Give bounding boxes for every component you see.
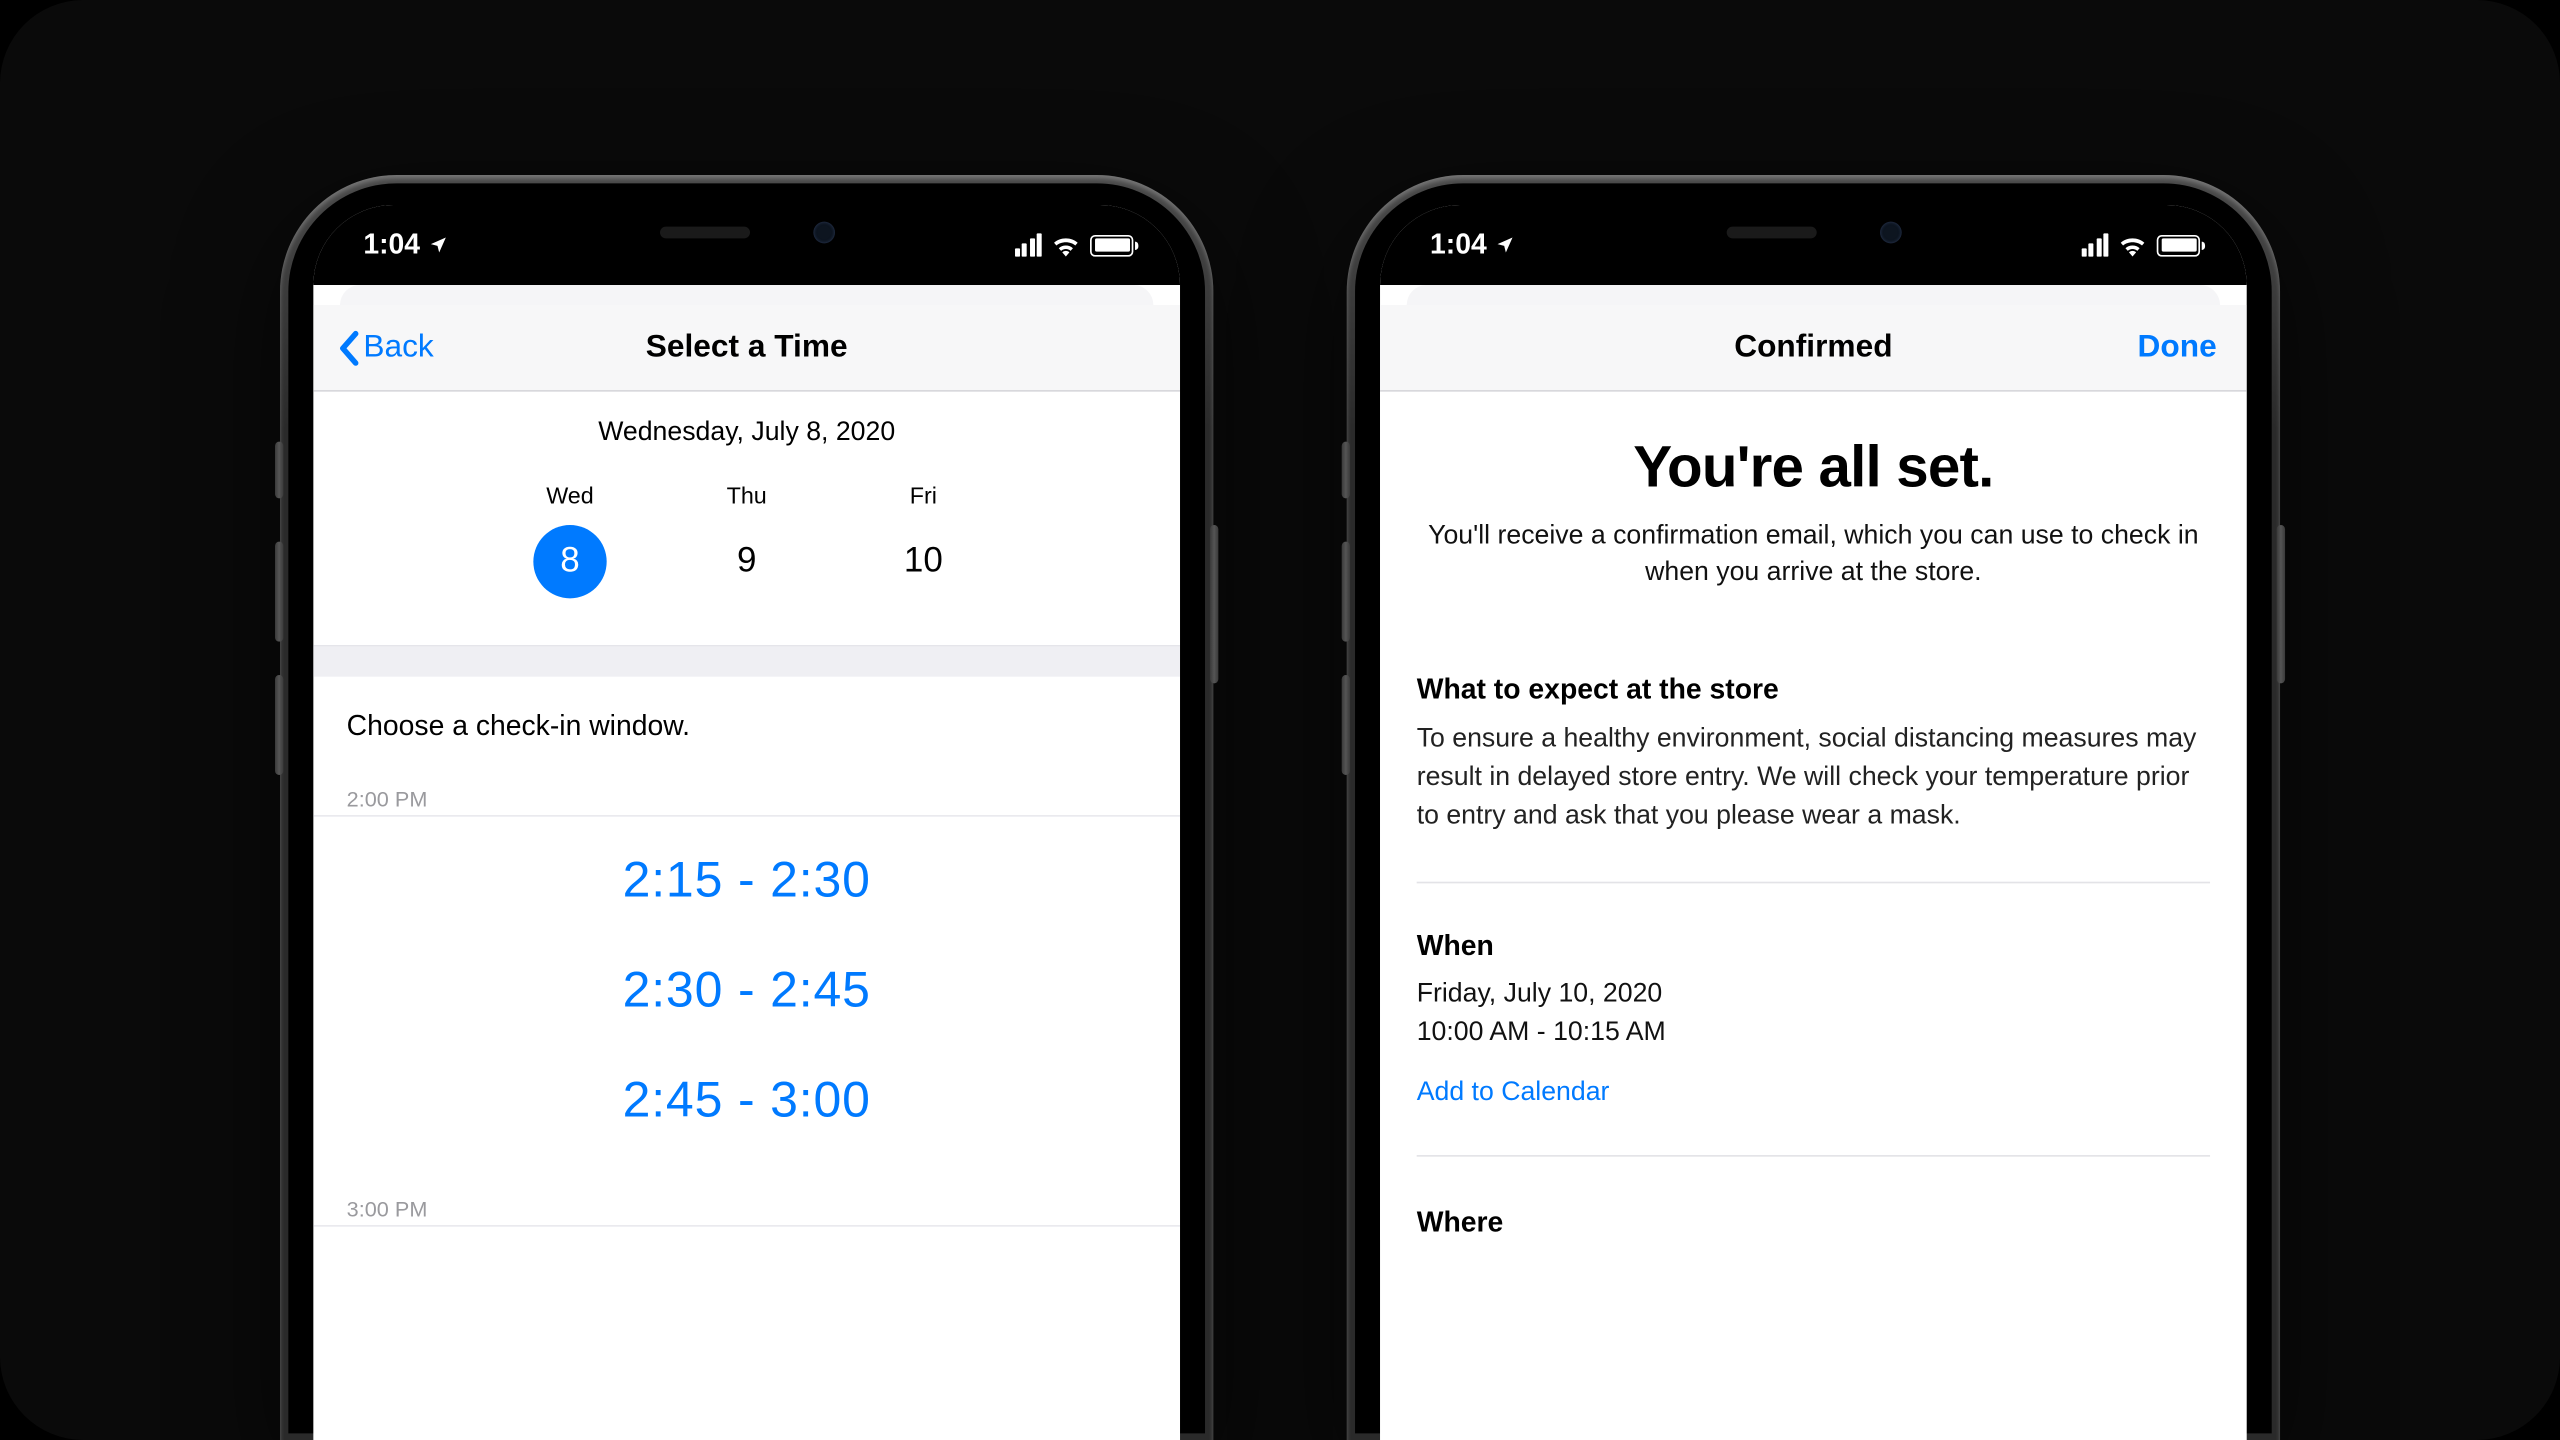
day-number: 8 <box>533 525 606 598</box>
day-option-wed[interactable]: Wed 8 <box>533 482 606 599</box>
nav-title: Select a Time <box>646 329 848 366</box>
chevron-left-icon <box>337 329 360 366</box>
when-heading: When <box>1417 931 2210 964</box>
day-abbr: Thu <box>710 482 783 509</box>
time-slot[interactable]: 2:30 - 2:45 <box>313 937 1180 1047</box>
expect-body: To ensure a healthy environment, social … <box>1417 720 2210 836</box>
hour-label: 2:00 PM <box>313 757 1180 817</box>
nav-bar: Confirmed Done <box>1380 305 2247 392</box>
time-slot[interactable]: 2:15 - 2:30 <box>313 827 1180 937</box>
when-time: 10:00 AM - 10:15 AM <box>1417 1015 2210 1052</box>
expect-heading: What to expect at the store <box>1417 673 2210 706</box>
cellular-icon <box>2081 233 2109 256</box>
day-abbr: Fri <box>887 482 960 509</box>
cellular-icon <box>1014 233 1042 256</box>
status-bar: 1:04 <box>313 205 1180 285</box>
hour-label: 3:00 PM <box>313 1167 1180 1227</box>
battery-icon <box>2157 234 2200 256</box>
where-heading: Where <box>1417 1207 2210 1240</box>
back-label: Back <box>363 329 433 366</box>
hero-title: You're all set. <box>1417 435 2210 502</box>
add-to-calendar-link[interactable]: Add to Calendar <box>1417 1079 1610 1109</box>
day-picker: Wed 8 Thu 9 Fri 10 <box>313 472 1180 647</box>
location-icon <box>1495 235 1515 255</box>
day-number: 9 <box>710 525 783 598</box>
wifi-icon <box>1052 234 1080 256</box>
nav-title: Confirmed <box>1734 329 1892 366</box>
hero-body: You'll receive a confirmation email, whi… <box>1417 518 2210 593</box>
status-time: 1:04 <box>363 228 420 261</box>
date-header: Wednesday, July 8, 2020 <box>313 392 1180 472</box>
status-bar: 1:04 <box>1380 205 2247 285</box>
day-abbr: Wed <box>533 482 606 509</box>
done-button[interactable]: Done <box>2138 329 2217 366</box>
choose-window-label: Choose a check-in window. <box>313 677 1180 757</box>
location-icon <box>428 235 448 255</box>
day-option-thu[interactable]: Thu 9 <box>710 482 783 599</box>
day-number: 10 <box>887 525 960 598</box>
when-date: Friday, July 10, 2020 <box>1417 977 2210 1014</box>
nav-bar: Back Select a Time <box>313 305 1180 392</box>
phone-left: 1:04 Back Select a <box>280 175 1213 1440</box>
wifi-icon <box>2118 234 2146 256</box>
battery-icon <box>1090 234 1133 256</box>
back-button[interactable]: Back <box>337 329 434 366</box>
status-time: 1:04 <box>1430 228 1487 261</box>
day-option-fri[interactable]: Fri 10 <box>887 482 960 599</box>
time-slot[interactable]: 2:45 - 3:00 <box>313 1047 1180 1157</box>
phone-right: 1:04 Confirmed Done <box>1347 175 2280 1440</box>
